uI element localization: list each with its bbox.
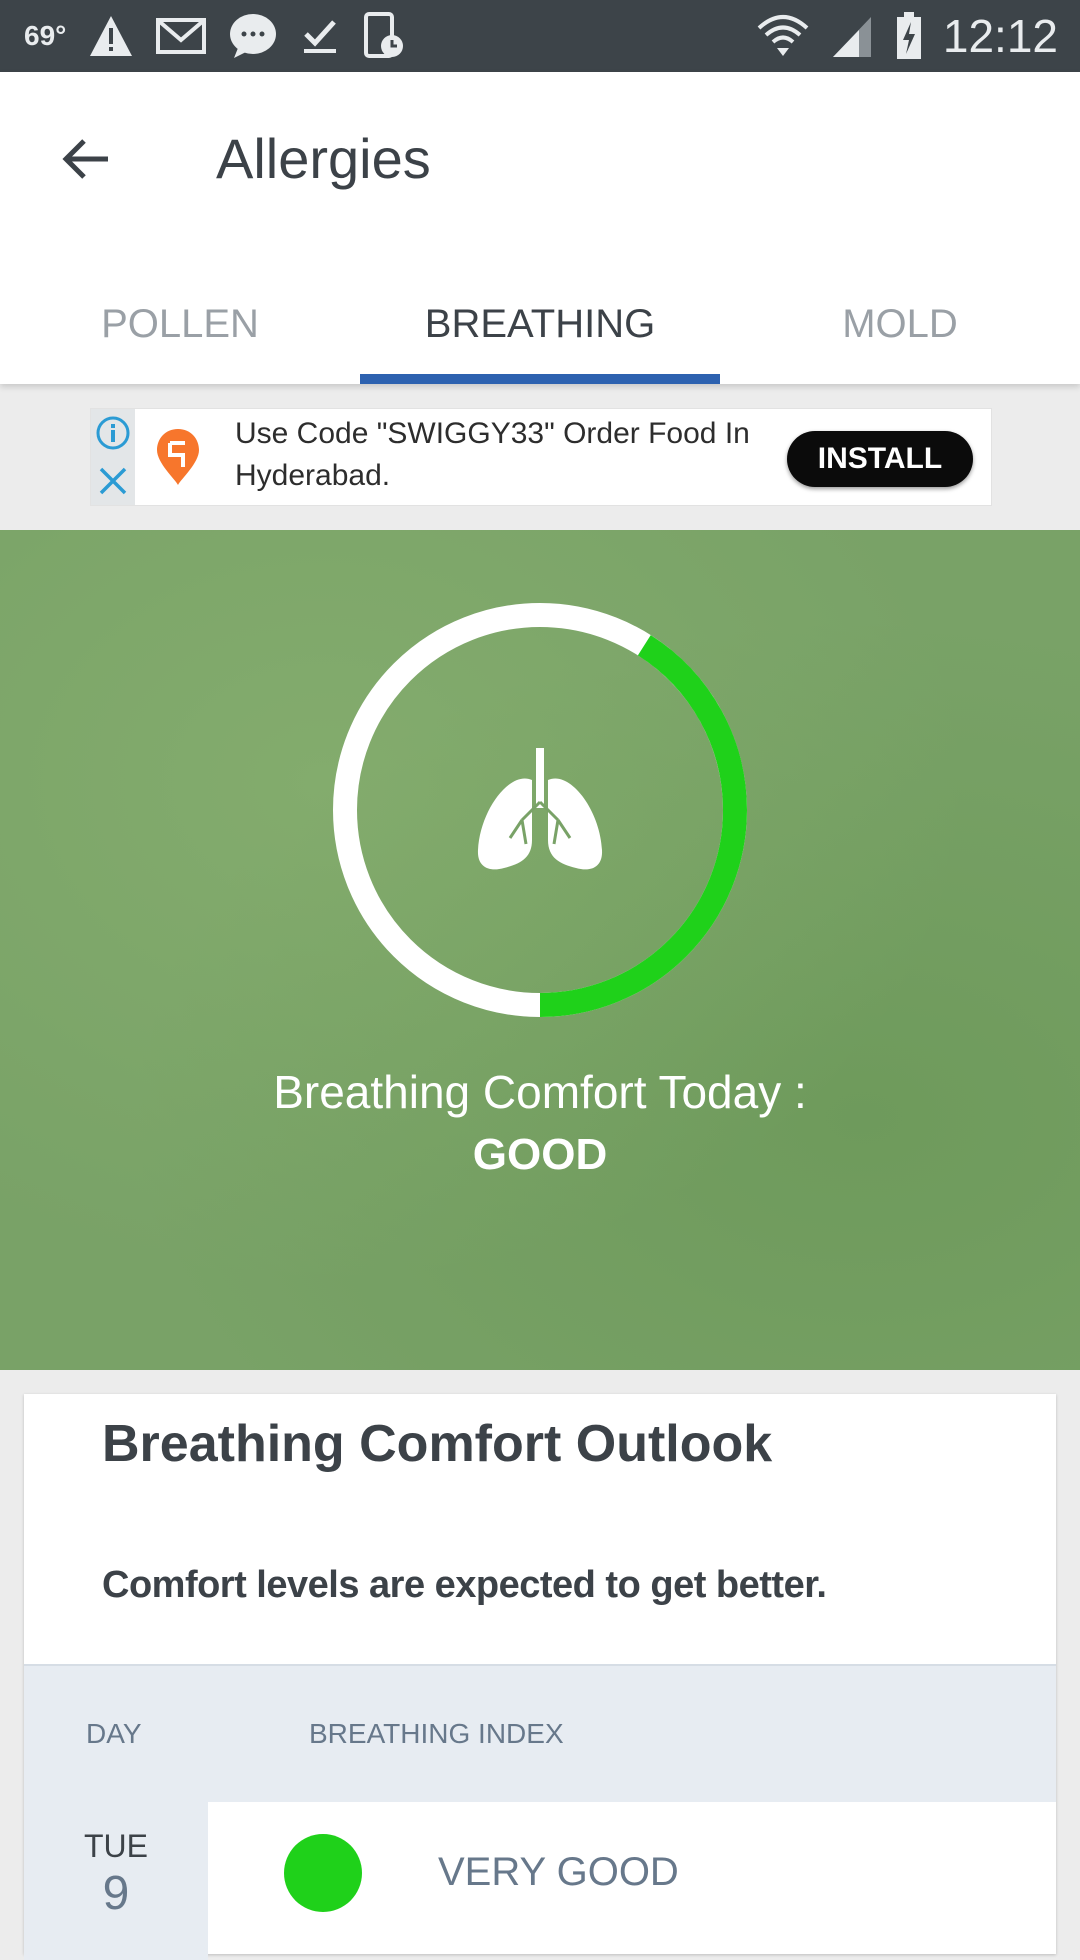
column-header-day: DAY bbox=[86, 1718, 142, 1749]
ad-banner[interactable]: Use Code "SWIGGY33" Order Food In Hydera… bbox=[90, 408, 992, 506]
install-button[interactable]: INSTALL bbox=[787, 431, 973, 487]
tab-bar: POLLEN BREATHING MOLD bbox=[0, 282, 1080, 384]
info-icon[interactable] bbox=[95, 415, 131, 451]
row-day-cell: TUE 9 bbox=[24, 1800, 208, 1960]
outlook-subtitle: Comfort levels are expected to get bette… bbox=[102, 1564, 827, 1606]
tab-pollen[interactable]: POLLEN bbox=[0, 282, 360, 384]
gmail-icon bbox=[156, 18, 207, 54]
outlook-card: Breathing Comfort Outlook Comfort levels… bbox=[24, 1394, 1056, 1960]
clock: 12:12 bbox=[942, 10, 1058, 62]
temperature-indicator: 69° bbox=[24, 20, 67, 51]
row-day-of-week: TUE bbox=[84, 1828, 148, 1864]
breathing-value: GOOD bbox=[472, 1130, 608, 1179]
table-header: DAY BREATHING INDEX bbox=[24, 1664, 1056, 1802]
battery-charging-icon bbox=[896, 12, 921, 59]
signal-icon bbox=[832, 17, 871, 57]
row-index-label: VERY GOOD bbox=[438, 1850, 679, 1894]
outlook-title: Breathing Comfort Outlook bbox=[102, 1415, 773, 1473]
messenger-icon bbox=[230, 14, 277, 58]
swiggy-logo-icon bbox=[157, 429, 199, 485]
ad-choices bbox=[91, 409, 135, 505]
ad-text: Use Code "SWIGGY33" Order Food In Hydera… bbox=[235, 417, 750, 492]
tab-mold[interactable]: MOLD bbox=[720, 282, 1080, 384]
wifi-icon bbox=[757, 15, 809, 56]
back-button[interactable] bbox=[50, 124, 120, 194]
close-icon[interactable] bbox=[95, 463, 131, 499]
alert-icon bbox=[90, 16, 133, 56]
breathing-label: Breathing Comfort Today : bbox=[273, 1066, 807, 1118]
phone-clock-icon bbox=[364, 12, 404, 58]
tab-breathing[interactable]: BREATHING bbox=[360, 282, 720, 384]
page-title: Allergies bbox=[216, 127, 431, 190]
lungs-icon bbox=[477, 748, 603, 870]
breathing-hero: Breathing Comfort Today : GOOD bbox=[0, 530, 1080, 1370]
status-bar: 69° 12:12 bbox=[0, 0, 1080, 72]
index-status-dot bbox=[284, 1834, 362, 1912]
column-header-breathing-index: BREATHING INDEX bbox=[309, 1718, 564, 1749]
app-bar: Allergies POLLEN BREATHING MOLD bbox=[0, 72, 1080, 384]
arrow-left-icon bbox=[62, 139, 108, 179]
download-done-icon bbox=[304, 20, 337, 53]
row-date: 9 bbox=[102, 1867, 130, 1920]
table-row[interactable]: TUE 9 VERY GOOD bbox=[24, 1800, 1056, 1960]
